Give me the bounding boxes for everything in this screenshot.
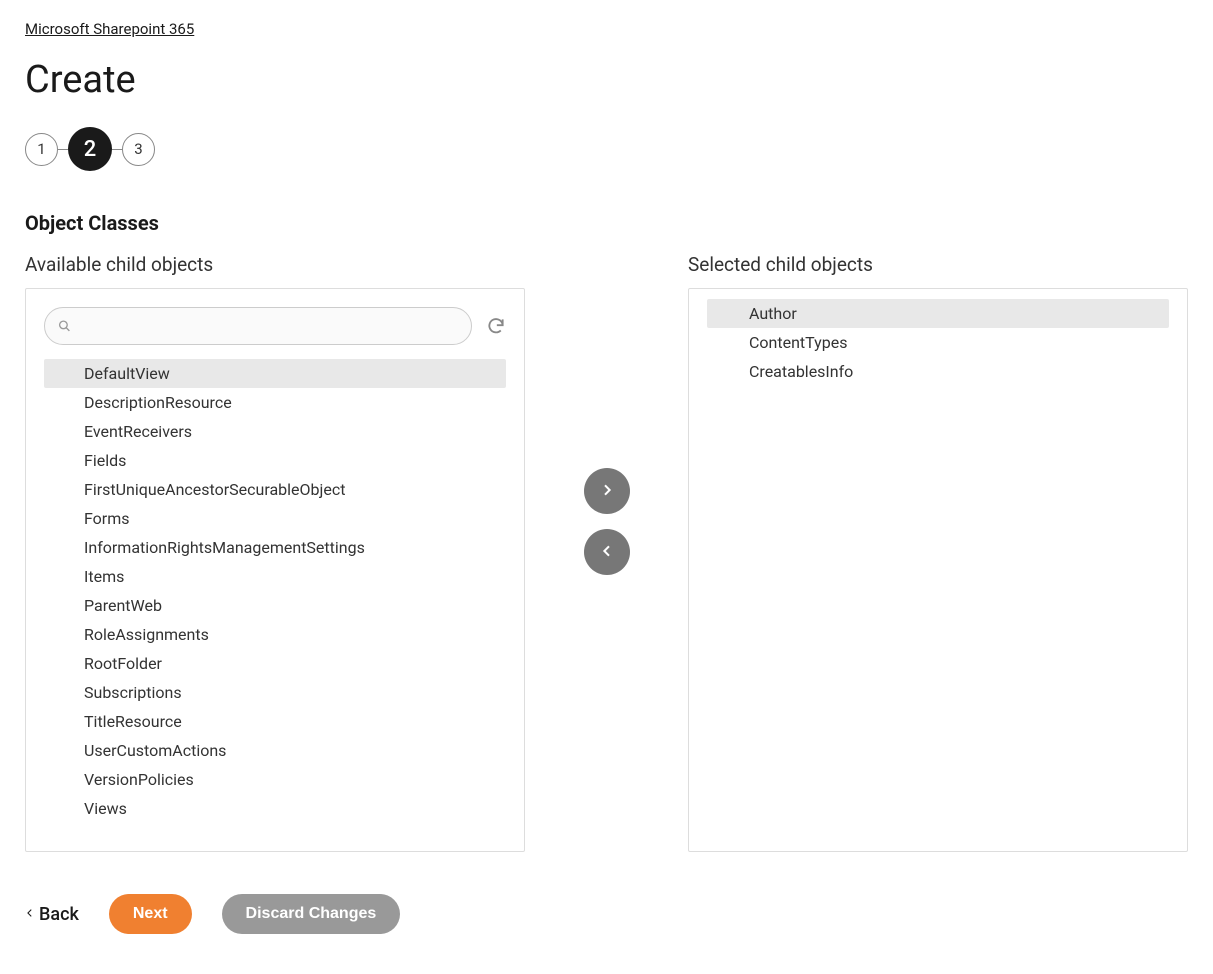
step-2[interactable]: 2 [68,127,112,171]
stepper: 1 2 3 [25,127,1188,171]
selected-panel: AuthorContentTypesCreatablesInfo [688,288,1188,852]
list-item[interactable]: Items [44,562,506,591]
next-button[interactable]: Next [109,894,192,934]
available-list: DefaultViewDescriptionResourceEventRecei… [44,359,506,823]
available-panel: DefaultViewDescriptionResourceEventRecei… [25,288,525,852]
list-item[interactable]: Subscriptions [44,678,506,707]
back-label: Back [39,904,79,925]
list-item[interactable]: InformationRightsManagementSettings [44,533,506,562]
list-item[interactable]: Fields [44,446,506,475]
transfer-controls [525,253,688,575]
step-connector [58,149,68,150]
selected-list: AuthorContentTypesCreatablesInfo [707,299,1169,386]
list-item[interactable]: FirstUniqueAncestorSecurableObject [44,475,506,504]
move-right-button[interactable] [584,468,630,514]
list-item[interactable]: UserCustomActions [44,736,506,765]
section-title: Object Classes [25,211,1188,235]
available-header: Available child objects [25,253,525,276]
step-3[interactable]: 3 [122,133,155,166]
list-item[interactable]: Forms [44,504,506,533]
chevron-left-icon [25,904,35,925]
refresh-button[interactable] [486,316,506,336]
step-connector [112,149,122,150]
back-button[interactable]: Back [25,904,79,925]
list-item[interactable]: RoleAssignments [44,620,506,649]
list-item[interactable]: ParentWeb [44,591,506,620]
search-wrapper [44,307,472,345]
discard-button[interactable]: Discard Changes [222,894,401,934]
list-item[interactable]: DescriptionResource [44,388,506,417]
list-item[interactable]: DefaultView [44,359,506,388]
footer-actions: Back Next Discard Changes [25,894,1188,934]
list-item[interactable]: ContentTypes [707,328,1169,357]
chevron-left-icon [599,543,615,562]
search-icon [58,320,71,333]
step-1[interactable]: 1 [25,133,58,166]
breadcrumb-link[interactable]: Microsoft Sharepoint 365 [25,20,194,38]
available-column: Available child objects [25,253,525,852]
page-title: Create [25,58,1188,102]
dual-list-container: Available child objects [25,253,1188,852]
list-item[interactable]: TitleResource [44,707,506,736]
list-item[interactable]: EventReceivers [44,417,506,446]
list-item[interactable]: Views [44,794,506,823]
list-item[interactable]: RootFolder [44,649,506,678]
list-item[interactable]: Author [707,299,1169,328]
search-row [44,307,506,345]
selected-header: Selected child objects [688,253,1188,276]
search-input[interactable] [44,307,472,345]
chevron-right-icon [599,482,615,501]
selected-column: Selected child objects AuthorContentType… [688,253,1188,852]
move-left-button[interactable] [584,529,630,575]
list-item[interactable]: CreatablesInfo [707,357,1169,386]
list-item[interactable]: VersionPolicies [44,765,506,794]
